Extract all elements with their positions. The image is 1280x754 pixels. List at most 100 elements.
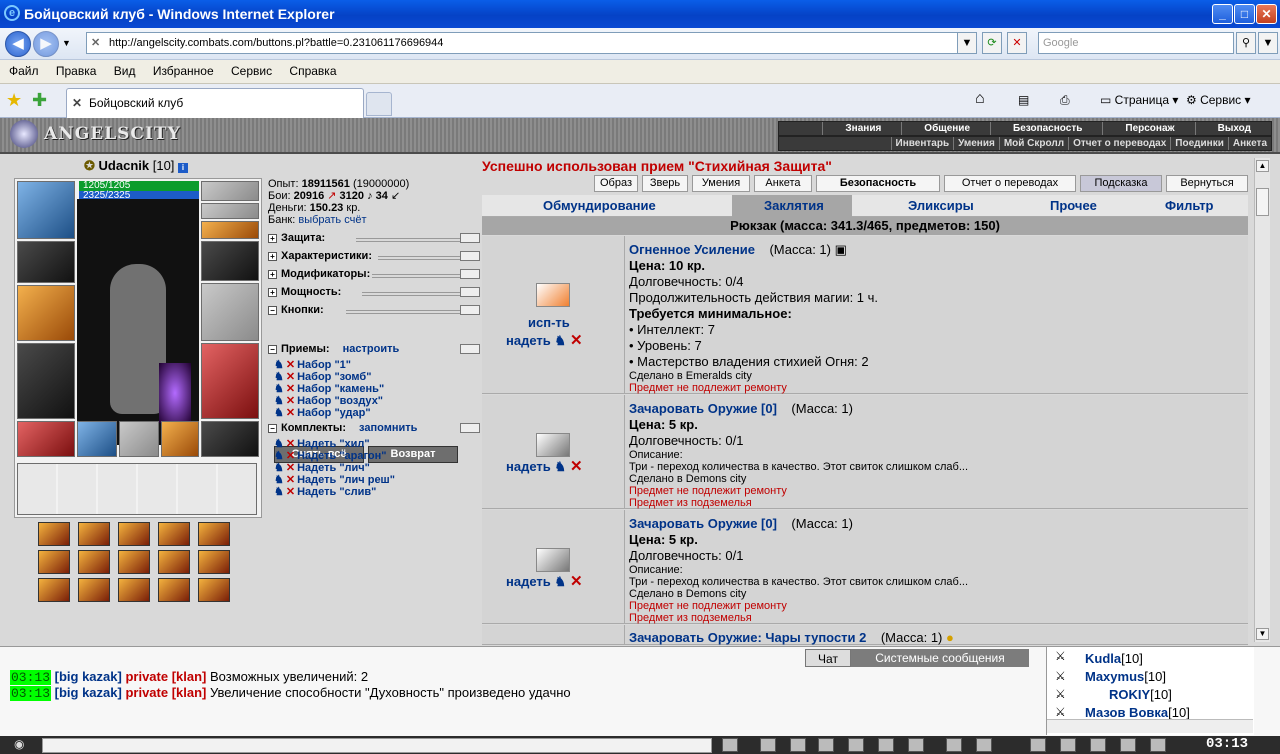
buff-icon[interactable] <box>118 550 150 574</box>
wear-link[interactable]: надеть ♞ ✕ <box>506 331 583 349</box>
url-dropdown-icon[interactable]: ▼ <box>957 32 977 54</box>
close-button[interactable]: ✕ <box>1256 4 1277 24</box>
print-icon[interactable]: ⎙ <box>1060 93 1070 108</box>
nav-character[interactable]: Персонаж <box>1102 122 1194 135</box>
tab-system-messages[interactable]: Системные сообщения <box>851 649 1029 667</box>
tab-other[interactable]: Прочее <box>1050 198 1097 213</box>
section-modifiers[interactable]: + Модификаторы: <box>268 268 480 284</box>
pants-slot[interactable] <box>201 343 259 419</box>
item-name[interactable]: Огненное Усиление <box>629 242 755 257</box>
equipment-set[interactable]: ♞ ✕ Надеть "лич" <box>274 462 395 474</box>
favorites-star-icon[interactable]: ★ <box>6 90 22 111</box>
weapon-slot[interactable] <box>17 285 75 341</box>
tab-chat[interactable]: Чат <box>805 649 851 667</box>
stop-icon[interactable]: ✕ <box>1007 32 1027 54</box>
menu-help[interactable]: Справка <box>280 60 341 78</box>
buff-icon[interactable] <box>158 578 190 602</box>
accessory-slot-2[interactable] <box>119 421 159 457</box>
menu-favorites[interactable]: Избранное <box>144 60 219 78</box>
feeds-icon[interactable]: ▤ <box>1018 93 1029 107</box>
buff-icon[interactable] <box>198 522 230 546</box>
hint-button[interactable]: Подсказка <box>1080 175 1162 192</box>
search-input[interactable]: Google <box>1038 32 1234 54</box>
buff-icon[interactable] <box>38 522 70 546</box>
tab-spells[interactable]: Заклятия <box>732 195 852 217</box>
magic-icon[interactable] <box>908 738 924 752</box>
filter-icon[interactable] <box>790 738 806 752</box>
wear-link[interactable]: надеть ♞ ✕ <box>506 457 583 475</box>
nav-security[interactable]: Безопасность <box>990 122 1102 135</box>
exit-icon[interactable] <box>1150 738 1166 752</box>
friends-icon[interactable] <box>1090 738 1106 752</box>
pet-button[interactable]: Зверь <box>642 175 688 192</box>
equipment-set[interactable]: ♞ ✕ Надеть "слив" <box>274 486 395 498</box>
clear-icon[interactable] <box>760 738 776 752</box>
equipment-set[interactable]: ♞ ✕ Надеть "лич реш" <box>274 474 395 486</box>
info-icon[interactable]: i <box>178 163 189 173</box>
maximize-button[interactable]: □ <box>1234 4 1255 24</box>
armor-slot[interactable] <box>17 343 75 419</box>
technique-set[interactable]: ♞ ✕ Набор "воздух" <box>274 395 384 407</box>
section-protection[interactable]: + Защита: <box>268 232 480 248</box>
accessory-slot-3[interactable] <box>161 421 199 457</box>
profile-button[interactable]: Анкета <box>754 175 812 192</box>
buff-icon[interactable] <box>118 522 150 546</box>
technique-set[interactable]: ♞ ✕ Набор "удар" <box>274 407 384 419</box>
rings-slot[interactable] <box>201 221 259 239</box>
section-buttons[interactable]: − Кнопки: <box>268 304 480 320</box>
remember-link[interactable]: запомнить <box>359 422 417 434</box>
equipment-set[interactable]: ♞ ✕ Надеть "арагон" <box>274 450 395 462</box>
nav-inventory[interactable]: Инвентарь <box>890 137 954 150</box>
tab-equipment[interactable]: Обмундирование <box>543 198 656 213</box>
delete-icon[interactable]: ✕ <box>570 458 583 475</box>
menu-file[interactable]: Файл <box>0 60 44 78</box>
player-name[interactable]: ✪ Udacnik [10] i <box>84 158 189 174</box>
menu-tools[interactable]: Сервис <box>222 60 277 78</box>
buff-icon[interactable] <box>198 578 230 602</box>
add-favorite-icon[interactable]: ✚ <box>32 90 47 111</box>
section-power[interactable]: + Мощность: <box>268 286 480 302</box>
nav-scroll[interactable]: Мой Скролл <box>998 137 1068 150</box>
helmet-slot[interactable] <box>17 181 75 239</box>
item-name[interactable]: Зачаровать Оружие [0] <box>629 516 777 531</box>
forward-button[interactable]: ▶ <box>33 31 59 57</box>
save-icon[interactable] <box>818 738 834 752</box>
smiley-icon[interactable] <box>946 738 962 752</box>
party-icon[interactable] <box>1060 738 1076 752</box>
wear-link[interactable]: надеть ♞ ✕ <box>506 572 583 590</box>
buff-icon[interactable] <box>118 578 150 602</box>
nav-profile[interactable]: Анкета <box>1227 137 1271 150</box>
accessory-slot-1[interactable] <box>77 421 117 457</box>
buff-icon[interactable] <box>158 550 190 574</box>
buff-icon[interactable] <box>158 522 190 546</box>
technique-set[interactable]: ♞ ✕ Набор "камень" <box>274 383 384 395</box>
back-game-button[interactable]: Вернуться <box>1166 175 1248 192</box>
history-dropdown-icon[interactable]: ▼ <box>62 38 71 48</box>
buff-icon[interactable] <box>78 550 110 574</box>
chat-input[interactable] <box>42 738 712 753</box>
quick-items-row[interactable] <box>17 463 257 515</box>
bank-link[interactable]: выбрать счёт <box>298 214 366 226</box>
send-icon[interactable] <box>722 738 738 752</box>
tab-filter[interactable]: Фильтр <box>1165 198 1214 213</box>
refresh-icon[interactable]: ⟳ <box>982 32 1002 54</box>
inventory-scrollbar[interactable]: ▲ ▼ <box>1254 158 1270 642</box>
buff-icon[interactable] <box>78 578 110 602</box>
buff-icon[interactable] <box>198 550 230 574</box>
skills-button[interactable]: Умения <box>692 175 750 192</box>
transfers-report-button[interactable]: Отчет о переводах <box>944 175 1076 192</box>
item-name[interactable]: Зачаровать Оружие [0] <box>629 401 777 416</box>
section-characteristics[interactable]: + Характеристики: <box>268 250 480 266</box>
amulet-slot[interactable] <box>201 203 259 219</box>
nav-communication[interactable]: Общение <box>901 122 990 135</box>
fight-icon[interactable] <box>848 738 864 752</box>
earrings-slot[interactable] <box>201 181 259 201</box>
technique-set[interactable]: ♞ ✕ Набор "1" <box>274 359 384 371</box>
configure-link[interactable]: настроить <box>343 343 400 355</box>
nav-skills[interactable]: Умения <box>953 137 999 150</box>
tab-elixirs[interactable]: Эликсиры <box>908 198 974 213</box>
shield-slot[interactable] <box>201 283 259 341</box>
equipment-set[interactable]: ♞ ✕ Надеть "хил" <box>274 438 395 450</box>
use-link[interactable]: исп-ть <box>528 315 570 330</box>
user-entry[interactable]: Maxymus[10] <box>1085 669 1166 684</box>
